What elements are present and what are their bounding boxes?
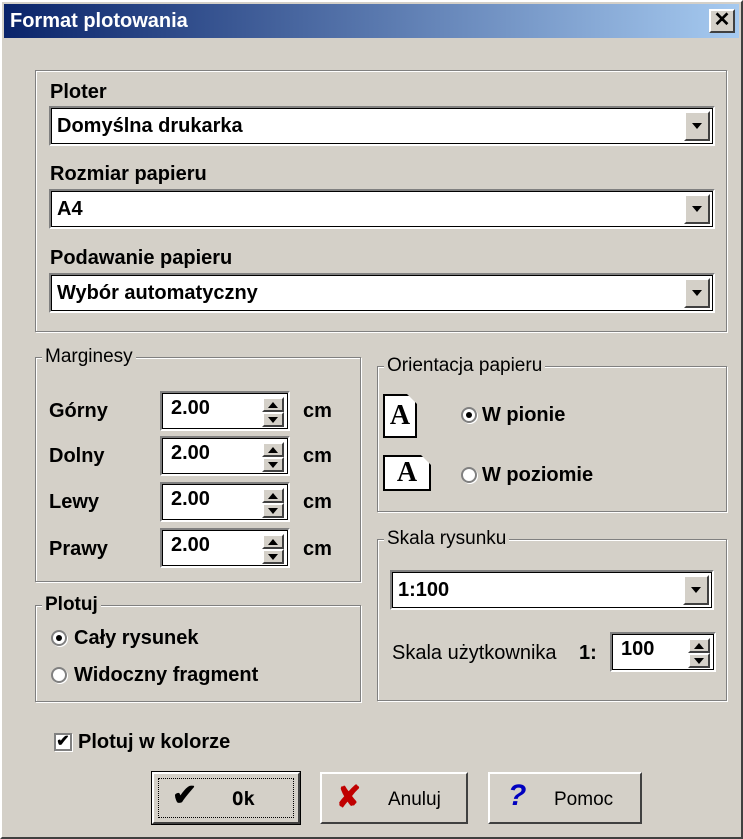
- margin-right-spinner[interactable]: [262, 534, 284, 564]
- visible-fragment-radio[interactable]: [51, 667, 67, 683]
- margin-left-input[interactable]: 2.00: [160, 482, 290, 522]
- margin-right-value: 2.00: [171, 534, 210, 556]
- cancel-button[interactable]: ✘ Anuluj: [320, 772, 468, 824]
- scale-group: Skala rysunku 1:100 Skala użytkownika 1:…: [377, 529, 727, 701]
- portrait-label[interactable]: W pionie: [482, 404, 565, 426]
- margin-left-label: Lewy: [49, 491, 100, 513]
- paper-feed-value: Wybór automatyczny: [57, 281, 258, 304]
- whole-drawing-radio[interactable]: [51, 630, 67, 646]
- margin-top-input[interactable]: 2.00: [160, 391, 290, 431]
- chevron-down-icon[interactable]: [683, 575, 709, 605]
- help-button[interactable]: ? Pomoc: [488, 772, 642, 824]
- cross-icon: ✘: [336, 781, 362, 814]
- ok-button[interactable]: ✔ Ok: [151, 771, 301, 825]
- margins-group: Marginesy Górny 2.00 cm Dolny 2.00 cm Le…: [35, 347, 361, 582]
- portrait-radio[interactable]: [461, 407, 477, 423]
- margin-bottom-input[interactable]: 2.00: [160, 436, 290, 476]
- spin-down-icon[interactable]: [262, 549, 284, 564]
- spin-down-icon[interactable]: [262, 457, 284, 472]
- margin-top-unit: cm: [303, 400, 332, 422]
- landscape-page-icon: A: [383, 455, 431, 491]
- margins-legend: Marginesy: [42, 347, 136, 367]
- user-scale-label: Skala użytkownika: [392, 642, 557, 664]
- plotter-select[interactable]: Domyślna drukarka: [49, 106, 715, 146]
- scale-select[interactable]: 1:100: [390, 570, 714, 610]
- paper-size-value: A4: [57, 197, 83, 220]
- paper-size-label: Rozmiar papieru: [50, 163, 207, 185]
- margin-top-value: 2.00: [171, 397, 210, 419]
- scale-legend: Skala rysunku: [384, 529, 510, 549]
- ok-label: Ok: [232, 788, 255, 810]
- margin-right-input[interactable]: 2.00: [160, 528, 290, 568]
- plot-range-legend: Plotuj: [42, 595, 101, 615]
- landscape-label[interactable]: W poziomie: [482, 464, 593, 486]
- margin-bottom-unit: cm: [303, 445, 332, 467]
- title-bar[interactable]: Format plotowania ✕: [4, 4, 739, 38]
- paper-size-select[interactable]: A4: [49, 189, 715, 229]
- spin-up-icon[interactable]: [262, 442, 284, 457]
- chevron-down-icon[interactable]: [684, 278, 710, 308]
- question-icon: ?: [508, 779, 527, 812]
- user-scale-spinner[interactable]: [688, 638, 710, 668]
- paper-feed-select[interactable]: Wybór automatyczny: [49, 273, 715, 313]
- margin-left-spinner[interactable]: [262, 488, 284, 518]
- user-scale-value: 100: [621, 638, 655, 660]
- margin-right-label: Prawy: [49, 538, 108, 560]
- plotter-select-value: Domyślna drukarka: [57, 114, 243, 137]
- help-label: Pomoc: [554, 789, 614, 810]
- paper-feed-label: Podawanie papieru: [50, 247, 233, 269]
- color-plot-label[interactable]: Plotuj w kolorze: [78, 731, 230, 753]
- user-scale-input[interactable]: 100: [610, 632, 716, 672]
- window-title: Format plotowania: [10, 10, 188, 32]
- chevron-down-icon[interactable]: [684, 194, 710, 224]
- spin-up-icon[interactable]: [262, 397, 284, 412]
- visible-fragment-label[interactable]: Widoczny fragment: [74, 664, 258, 686]
- chevron-down-icon[interactable]: [684, 111, 710, 141]
- spin-up-icon[interactable]: [262, 488, 284, 503]
- margin-left-unit: cm: [303, 491, 332, 513]
- spin-down-icon[interactable]: [262, 412, 284, 427]
- margin-top-label: Górny: [49, 400, 108, 422]
- orientation-legend: Orientacja papieru: [384, 356, 546, 376]
- checkmark-icon: ✔: [172, 779, 198, 812]
- margin-top-spinner[interactable]: [262, 397, 284, 427]
- plotter-group: Ploter Domyślna drukarka Rozmiar papieru…: [35, 70, 727, 332]
- whole-drawing-label[interactable]: Cały rysunek: [74, 627, 199, 649]
- margin-left-value: 2.00: [171, 488, 210, 510]
- cancel-label: Anuluj: [388, 789, 441, 810]
- spin-up-icon[interactable]: [688, 638, 710, 653]
- margin-right-unit: cm: [303, 538, 332, 560]
- spin-up-icon[interactable]: [262, 534, 284, 549]
- user-scale-prefix: 1:: [579, 642, 597, 664]
- spin-down-icon[interactable]: [688, 653, 710, 668]
- scale-select-value: 1:100: [398, 578, 450, 601]
- margin-bottom-label: Dolny: [49, 445, 105, 467]
- orientation-group: Orientacja papieru A W pionie A W poziom…: [377, 356, 727, 512]
- color-plot-checkbox[interactable]: ✔: [54, 733, 72, 751]
- plotter-label: Ploter: [50, 81, 107, 103]
- close-button[interactable]: ✕: [709, 9, 735, 33]
- portrait-page-icon: A: [383, 394, 417, 438]
- spin-down-icon[interactable]: [262, 503, 284, 518]
- plot-range-group: Plotuj Cały rysunek Widoczny fragment: [35, 595, 361, 702]
- margin-bottom-value: 2.00: [171, 442, 210, 464]
- margin-bottom-spinner[interactable]: [262, 442, 284, 472]
- landscape-radio[interactable]: [461, 467, 477, 483]
- dialog-window: Format plotowania ✕ Ploter Domyślna druk…: [0, 0, 743, 839]
